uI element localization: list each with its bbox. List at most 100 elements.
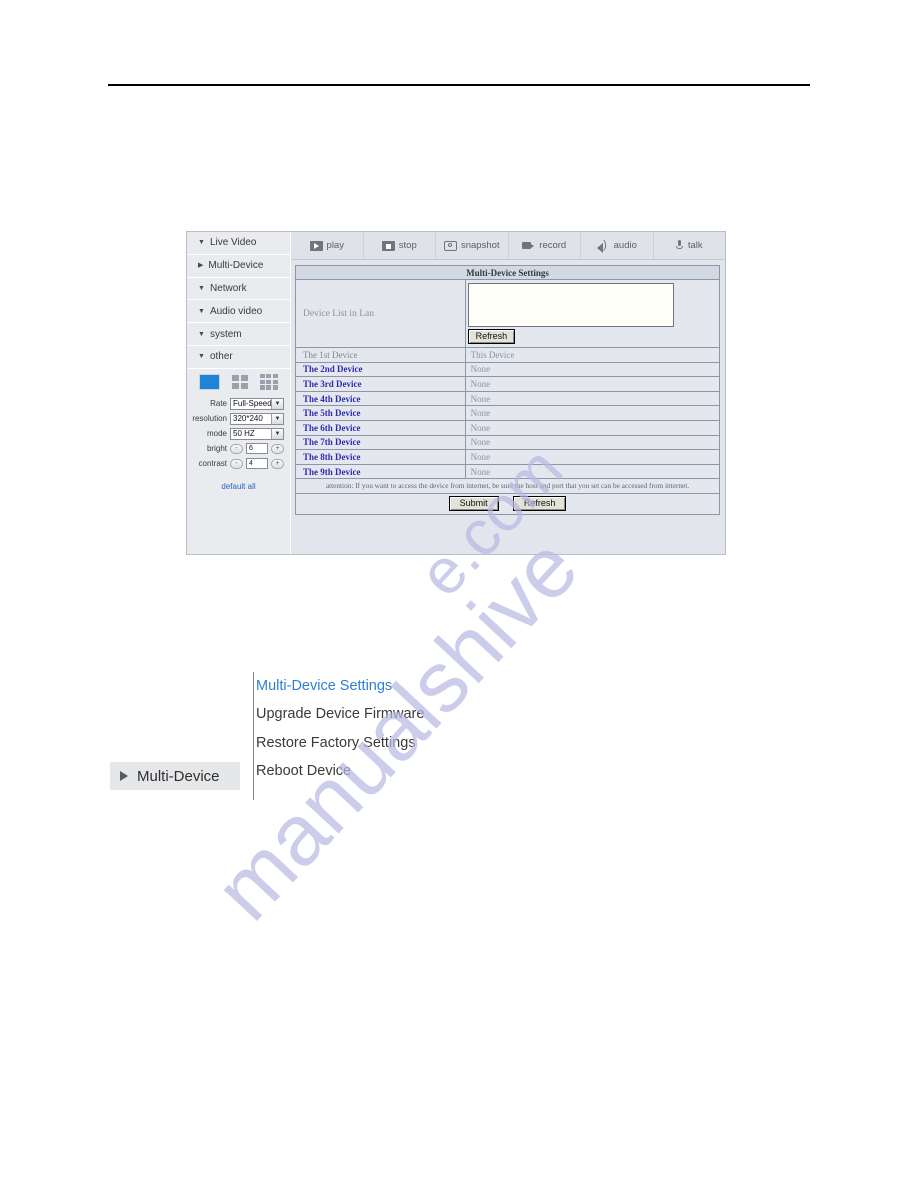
- device-7-link[interactable]: The 7th Device: [295, 434, 466, 451]
- device-4-value: None: [464, 390, 721, 407]
- device-2-link[interactable]: The 2nd Device: [295, 361, 466, 378]
- attention-note: attention: If you want to access the dev…: [295, 478, 720, 494]
- sidebar-item-label: Network: [209, 282, 247, 294]
- chevron-down-icon: ▼: [271, 398, 283, 409]
- refresh-button[interactable]: Refresh: [512, 495, 567, 511]
- multi-device-menu-diagram: Multi-Device Multi-Device Settings Upgra…: [110, 672, 470, 800]
- record-label: record: [539, 240, 567, 251]
- table-row: The 9th Device None: [295, 463, 721, 480]
- mode-select[interactable]: 50 HZ ▼: [230, 427, 284, 440]
- page-header-rule: [108, 84, 810, 86]
- device-list-textarea[interactable]: [467, 283, 674, 327]
- resolution-select[interactable]: 320*240 ▼: [230, 412, 284, 425]
- multi-device-settings-panel: Multi-Device Settings Device List in Lan…: [291, 260, 725, 554]
- mode-label: mode: [206, 429, 227, 439]
- rate-control-row: Rate Full-Speed ▼: [187, 397, 290, 411]
- device-5-link[interactable]: The 5th Device: [295, 405, 466, 421]
- rate-select[interactable]: Full-Speed ▼: [230, 397, 284, 410]
- four-view-grid-icon[interactable]: [232, 375, 248, 389]
- device-8-link[interactable]: The 8th Device: [295, 449, 466, 465]
- sidebar-item-label: system: [209, 328, 242, 340]
- microphone-icon: [676, 240, 684, 251]
- caret-right-icon: [120, 771, 128, 781]
- device-6-link[interactable]: The 6th Device: [295, 419, 466, 436]
- nine-view-grid-icon[interactable]: [259, 373, 278, 390]
- device-list-refresh-button[interactable]: Refresh: [467, 329, 516, 344]
- device-1-value: This Device: [464, 347, 721, 363]
- video-toolbar: play stop snapshot record audio talk: [291, 232, 725, 260]
- device-4-link[interactable]: The 4th Device: [295, 390, 466, 407]
- camera-web-ui-screenshot: ▼ Live Video ▶ Multi-Device ▼ Network ▼ …: [186, 231, 726, 555]
- rate-label: Rate: [210, 399, 227, 409]
- table-row: The 1st Device This Device: [295, 347, 721, 363]
- device-9-link[interactable]: The 9th Device: [295, 463, 466, 480]
- caret-down-icon: ▼: [198, 353, 205, 361]
- contrast-control-row: contrast - 4 +: [187, 457, 290, 471]
- sidebar-item-system[interactable]: ▼ system: [187, 323, 290, 346]
- contrast-increase-button[interactable]: +: [271, 458, 284, 469]
- settings-title: Multi-Device Settings: [295, 265, 720, 280]
- record-button[interactable]: record: [509, 232, 581, 259]
- contrast-value-input[interactable]: 4: [246, 458, 268, 470]
- bright-increase-button[interactable]: +: [271, 443, 284, 454]
- device-list-cell: Refresh: [464, 279, 721, 348]
- view-layout-selector: [187, 369, 290, 395]
- stop-icon: [381, 240, 395, 251]
- multi-device-tab-label: Multi-Device: [137, 767, 220, 785]
- device-8-value: None: [464, 449, 721, 465]
- mode-value: 50 HZ: [233, 429, 255, 439]
- table-row: The 5th Device None: [295, 405, 721, 421]
- talk-button[interactable]: talk: [654, 232, 726, 259]
- contrast-decrease-button[interactable]: -: [230, 458, 243, 469]
- table-row: The 3rd Device None: [295, 376, 721, 392]
- sidebar-item-label: Live Video: [209, 237, 257, 249]
- actions-row: Submit Refresh: [295, 492, 720, 515]
- sidebar-item-network[interactable]: ▼ Network: [187, 277, 290, 301]
- table-row: The 4th Device None: [295, 390, 721, 407]
- sidebar-item-live-video[interactable]: ▼ Live Video: [187, 232, 290, 255]
- resolution-control-row: resolution 320*240 ▼: [187, 412, 290, 426]
- mode-control-row: mode 50 HZ ▼: [187, 427, 290, 441]
- main-panel: play stop snapshot record audio talk: [291, 232, 725, 554]
- device-3-link[interactable]: The 3rd Device: [295, 376, 466, 392]
- bright-value-input[interactable]: 6: [246, 443, 268, 455]
- play-icon: [309, 240, 323, 251]
- caret-down-icon: ▼: [198, 330, 205, 338]
- snapshot-button[interactable]: snapshot: [436, 232, 509, 259]
- audio-speaker-icon: [596, 239, 610, 253]
- submit-button[interactable]: Submit: [448, 495, 499, 511]
- table-row: The 2nd Device None: [295, 361, 721, 378]
- stop-button[interactable]: stop: [364, 232, 436, 259]
- caret-right-icon: ▶: [198, 262, 204, 270]
- stop-label: stop: [398, 240, 417, 251]
- contrast-label: contrast: [198, 459, 227, 469]
- audio-button[interactable]: audio: [581, 232, 654, 259]
- sidebar-item-label: Audio video: [209, 305, 263, 317]
- chevron-down-icon: ▼: [271, 428, 283, 439]
- sidebar-item-other[interactable]: ▼ other: [187, 345, 290, 369]
- form-actions: Submit Refresh: [295, 492, 720, 515]
- device-3-value: None: [464, 376, 721, 392]
- menu-item-upgrade-device-firmware[interactable]: Upgrade Device Firmware: [256, 700, 424, 728]
- settings-title-row: Multi-Device Settings: [295, 265, 720, 280]
- snapshot-icon: [443, 240, 457, 251]
- menu-items-list: Multi-Device Settings Upgrade Device Fir…: [256, 672, 424, 786]
- menu-item-multi-device-settings[interactable]: Multi-Device Settings: [256, 672, 424, 700]
- default-all-link[interactable]: default all: [187, 482, 290, 491]
- device-2-value: None: [464, 361, 721, 378]
- resolution-value: 320*240: [233, 414, 263, 424]
- caret-down-icon: ▼: [198, 307, 205, 315]
- multi-device-tab[interactable]: Multi-Device: [110, 762, 240, 790]
- caret-down-icon: ▼: [198, 284, 205, 292]
- device-5-value: None: [464, 405, 721, 421]
- sidebar-item-multi-device[interactable]: ▶ Multi-Device: [187, 254, 290, 278]
- sidebar-item-audio-video[interactable]: ▼ Audio video: [187, 300, 290, 324]
- menu-item-reboot-device[interactable]: Reboot Device: [256, 757, 424, 785]
- menu-item-restore-factory-settings[interactable]: Restore Factory Settings: [256, 729, 424, 757]
- sidebar: ▼ Live Video ▶ Multi-Device ▼ Network ▼ …: [187, 232, 291, 554]
- watermark-overlay: manualshive e.com: [0, 0, 918, 1188]
- bright-decrease-button[interactable]: -: [230, 443, 243, 454]
- play-button[interactable]: play: [291, 232, 364, 259]
- single-view-icon[interactable]: [199, 373, 221, 390]
- record-icon: [522, 241, 535, 250]
